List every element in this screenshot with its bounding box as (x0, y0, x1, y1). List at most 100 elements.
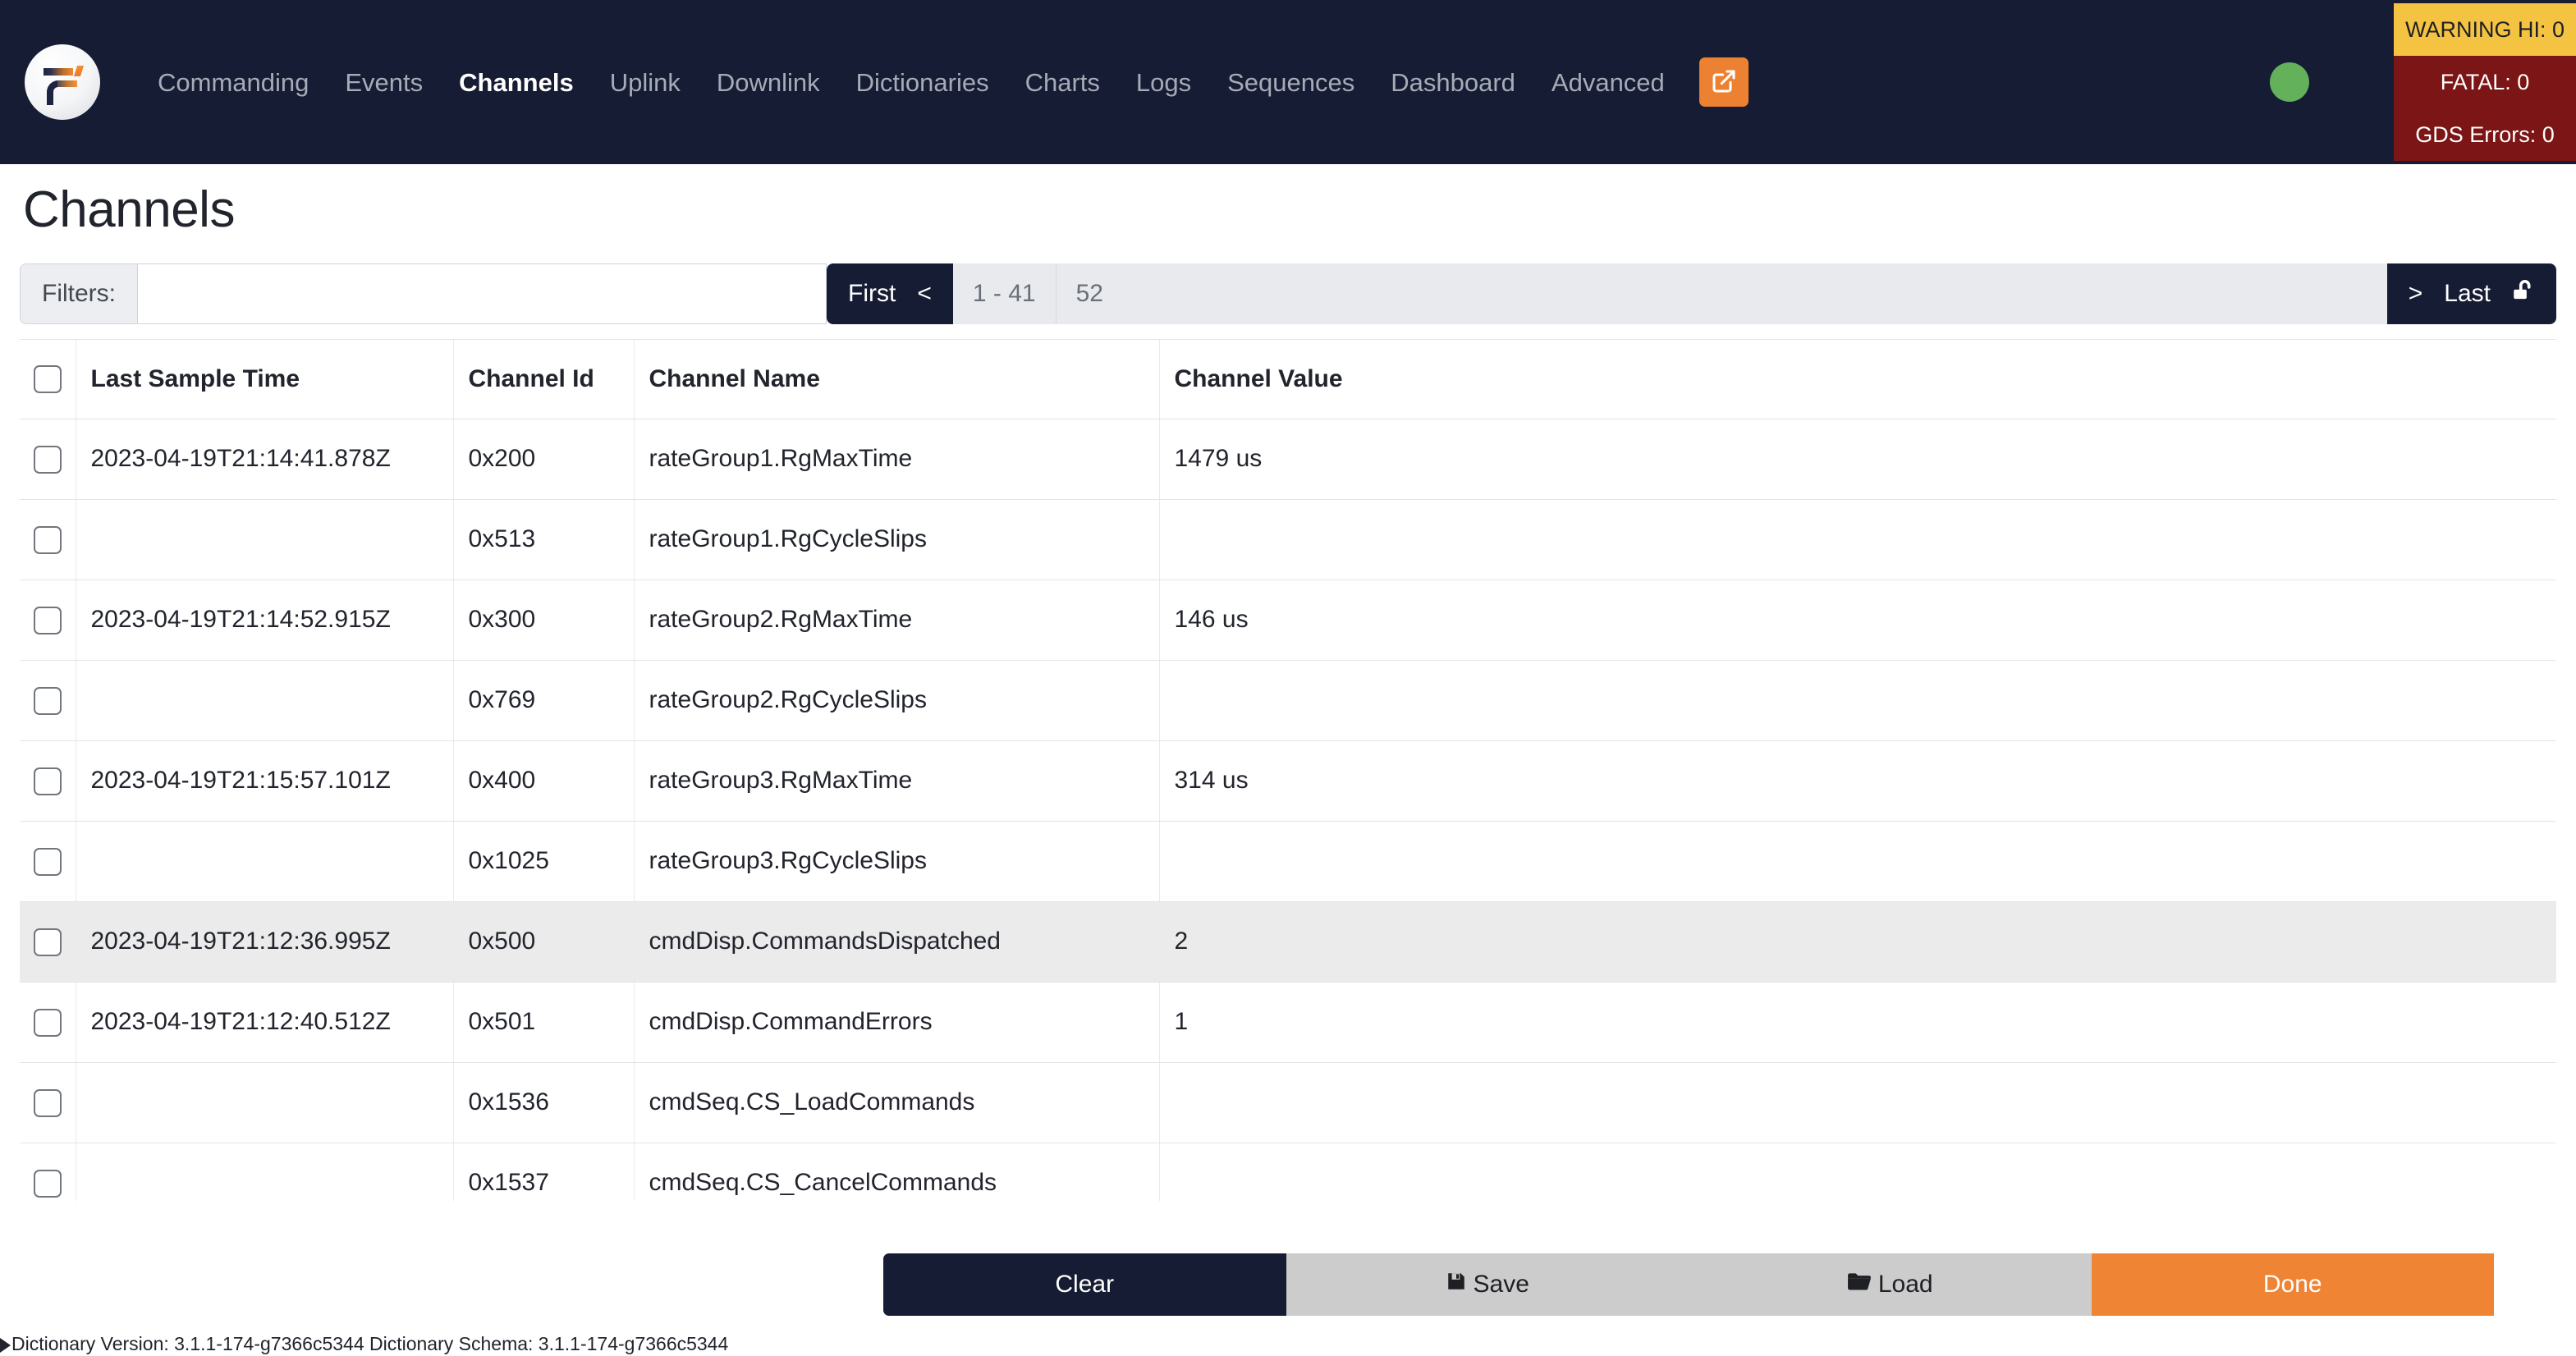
done-button[interactable]: Done (2091, 1253, 2494, 1316)
table-row[interactable]: 2023-04-19T21:12:36.995Z 0x500 cmdDisp.C… (20, 901, 2556, 983)
pagination-first-label: First (848, 280, 896, 307)
table-row[interactable]: 0x1025 rateGroup3.RgCycleSlips (20, 821, 2556, 902)
table-row[interactable]: 2023-04-19T21:12:40.512Z 0x501 cmdDisp.C… (20, 982, 2556, 1063)
cell-channel-value (1159, 660, 2556, 741)
save-button[interactable]: Save (1286, 1253, 1689, 1316)
select-all-checkbox[interactable] (33, 365, 62, 394)
header-channel-id[interactable]: Channel Id (453, 340, 635, 419)
alert-badges: WARNING HI: 0 FATAL: 0 GDS Errors: 0 (2394, 3, 2576, 161)
clear-button[interactable]: Clear (883, 1253, 1286, 1316)
row-checkbox[interactable] (33, 928, 62, 956)
row-select-cell (20, 982, 76, 1063)
row-select-cell (20, 821, 76, 902)
row-select-cell (20, 901, 76, 983)
nav-item-commanding[interactable]: Commanding (140, 70, 327, 95)
table-row[interactable]: 0x513 rateGroup1.RgCycleSlips (20, 499, 2556, 580)
clear-button-label: Clear (1055, 1271, 1115, 1298)
nav-item-channels[interactable]: Channels (441, 70, 592, 95)
cell-channel-name: cmdSeq.CS_LoadCommands (634, 1062, 1160, 1143)
row-select-cell (20, 580, 76, 661)
pagination-total: 52 (1055, 263, 2387, 324)
cell-channel-name: cmdSeq.CS_CancelCommands (634, 1143, 1160, 1201)
save-button-label: Save (1473, 1271, 1529, 1298)
cell-last-sample-time: 2023-04-19T21:14:52.915Z (76, 580, 454, 661)
channels-table: Last Sample Time Channel Id Channel Name… (20, 340, 2556, 1201)
cell-channel-id: 0x501 (453, 982, 635, 1063)
pagination-next-label: > (2408, 280, 2423, 307)
table-row[interactable]: 0x1537 cmdSeq.CS_CancelCommands (20, 1143, 2556, 1201)
load-button[interactable]: Load (1689, 1253, 2092, 1316)
table-row[interactable]: 2023-04-19T21:14:41.878Z 0x200 rateGroup… (20, 419, 2556, 500)
open-new-window-button[interactable] (1698, 57, 1749, 107)
status-badge-gds-errors[interactable]: GDS Errors: 0 (2394, 108, 2576, 161)
cell-last-sample-time (76, 660, 454, 741)
header-last-sample-time[interactable]: Last Sample Time (76, 340, 454, 419)
row-checkbox[interactable] (33, 1169, 62, 1198)
row-checkbox[interactable] (33, 1088, 62, 1117)
channels-table-body: 2023-04-19T21:14:41.878Z 0x200 rateGroup… (20, 419, 2556, 1201)
cell-last-sample-time: 2023-04-19T21:12:36.995Z (76, 901, 454, 983)
header-channel-name[interactable]: Channel Name (634, 340, 1160, 419)
cell-channel-id: 0x200 (453, 419, 635, 500)
cell-channel-id: 0x513 (453, 499, 635, 580)
header-channel-value[interactable]: Channel Value (1159, 340, 2556, 419)
row-select-cell (20, 419, 76, 500)
save-floppy-icon (1446, 1271, 1467, 1299)
cell-last-sample-time: 2023-04-19T21:14:41.878Z (76, 419, 454, 500)
table-row[interactable]: 0x1536 cmdSeq.CS_LoadCommands (20, 1062, 2556, 1143)
table-row[interactable]: 0x769 rateGroup2.RgCycleSlips (20, 660, 2556, 741)
table-row[interactable]: 2023-04-19T21:15:57.101Z 0x400 rateGroup… (20, 740, 2556, 822)
nav-item-advanced[interactable]: Advanced (1533, 70, 1683, 95)
nav-item-charts[interactable]: Charts (1007, 70, 1118, 95)
cell-last-sample-time (76, 499, 454, 580)
bottom-action-bar: Clear Save Load Done (883, 1253, 2494, 1316)
filters-input[interactable] (137, 263, 827, 324)
cell-channel-value (1159, 1143, 2556, 1201)
row-checkbox[interactable] (33, 606, 62, 634)
connection-status-indicator (2270, 62, 2309, 102)
cell-last-sample-time: 2023-04-19T21:12:40.512Z (76, 982, 454, 1063)
pagination-last-button[interactable]: > Last (2386, 263, 2507, 324)
nav-item-events[interactable]: Events (327, 70, 441, 95)
pagination-lock-toggle[interactable] (2507, 263, 2556, 324)
cell-channel-id: 0x500 (453, 901, 635, 983)
cell-last-sample-time: 2023-04-19T21:15:57.101Z (76, 740, 454, 822)
row-checkbox[interactable] (33, 686, 62, 715)
external-link-icon (1711, 68, 1737, 97)
pagination-range: 1 - 41 (952, 263, 1056, 324)
row-select-cell (20, 740, 76, 822)
navbar-status-area: WARNING HI: 0 FATAL: 0 GDS Errors: 0 (2270, 0, 2576, 164)
nav-item-downlink[interactable]: Downlink (699, 70, 838, 95)
nav-item-dashboard[interactable]: Dashboard (1373, 70, 1533, 95)
cell-channel-name: rateGroup3.RgCycleSlips (634, 821, 1160, 902)
channels-table-container[interactable]: Last Sample Time Channel Id Channel Name… (20, 339, 2556, 1201)
nav-item-sequences[interactable]: Sequences (1209, 70, 1373, 95)
row-checkbox[interactable] (33, 525, 62, 554)
table-row[interactable]: 2023-04-19T21:14:52.915Z 0x300 rateGroup… (20, 580, 2556, 661)
folder-open-icon (1847, 1271, 1872, 1299)
logo-bar-top (44, 68, 73, 76)
pagination-first-button[interactable]: First < (827, 263, 953, 324)
cell-channel-value (1159, 499, 2556, 580)
fprime-logo[interactable] (25, 44, 100, 120)
cell-channel-id: 0x1536 (453, 1062, 635, 1143)
row-checkbox[interactable] (33, 847, 62, 876)
status-badge-fatal[interactable]: FATAL: 0 (2394, 56, 2576, 108)
row-checkbox[interactable] (33, 445, 62, 474)
fprime-logo-mark (41, 59, 85, 105)
row-select-cell (20, 1062, 76, 1143)
pagination-prev-label: < (917, 280, 932, 307)
select-all-header (20, 340, 76, 419)
cell-channel-id: 0x1537 (453, 1143, 635, 1201)
row-checkbox[interactable] (33, 1008, 62, 1037)
status-badge-warning-hi[interactable]: WARNING HI: 0 (2394, 3, 2576, 56)
cell-channel-name: rateGroup3.RgMaxTime (634, 740, 1160, 822)
nav-links: Commanding Events Channels Uplink Downli… (140, 57, 1749, 107)
nav-item-dictionaries[interactable]: Dictionaries (838, 70, 1007, 95)
logo-tick (73, 66, 85, 76)
unlock-icon (2510, 277, 2538, 311)
row-checkbox[interactable] (33, 767, 62, 795)
cell-channel-value: 314 us (1159, 740, 2556, 822)
nav-item-logs[interactable]: Logs (1118, 70, 1209, 95)
nav-item-uplink[interactable]: Uplink (592, 70, 699, 95)
